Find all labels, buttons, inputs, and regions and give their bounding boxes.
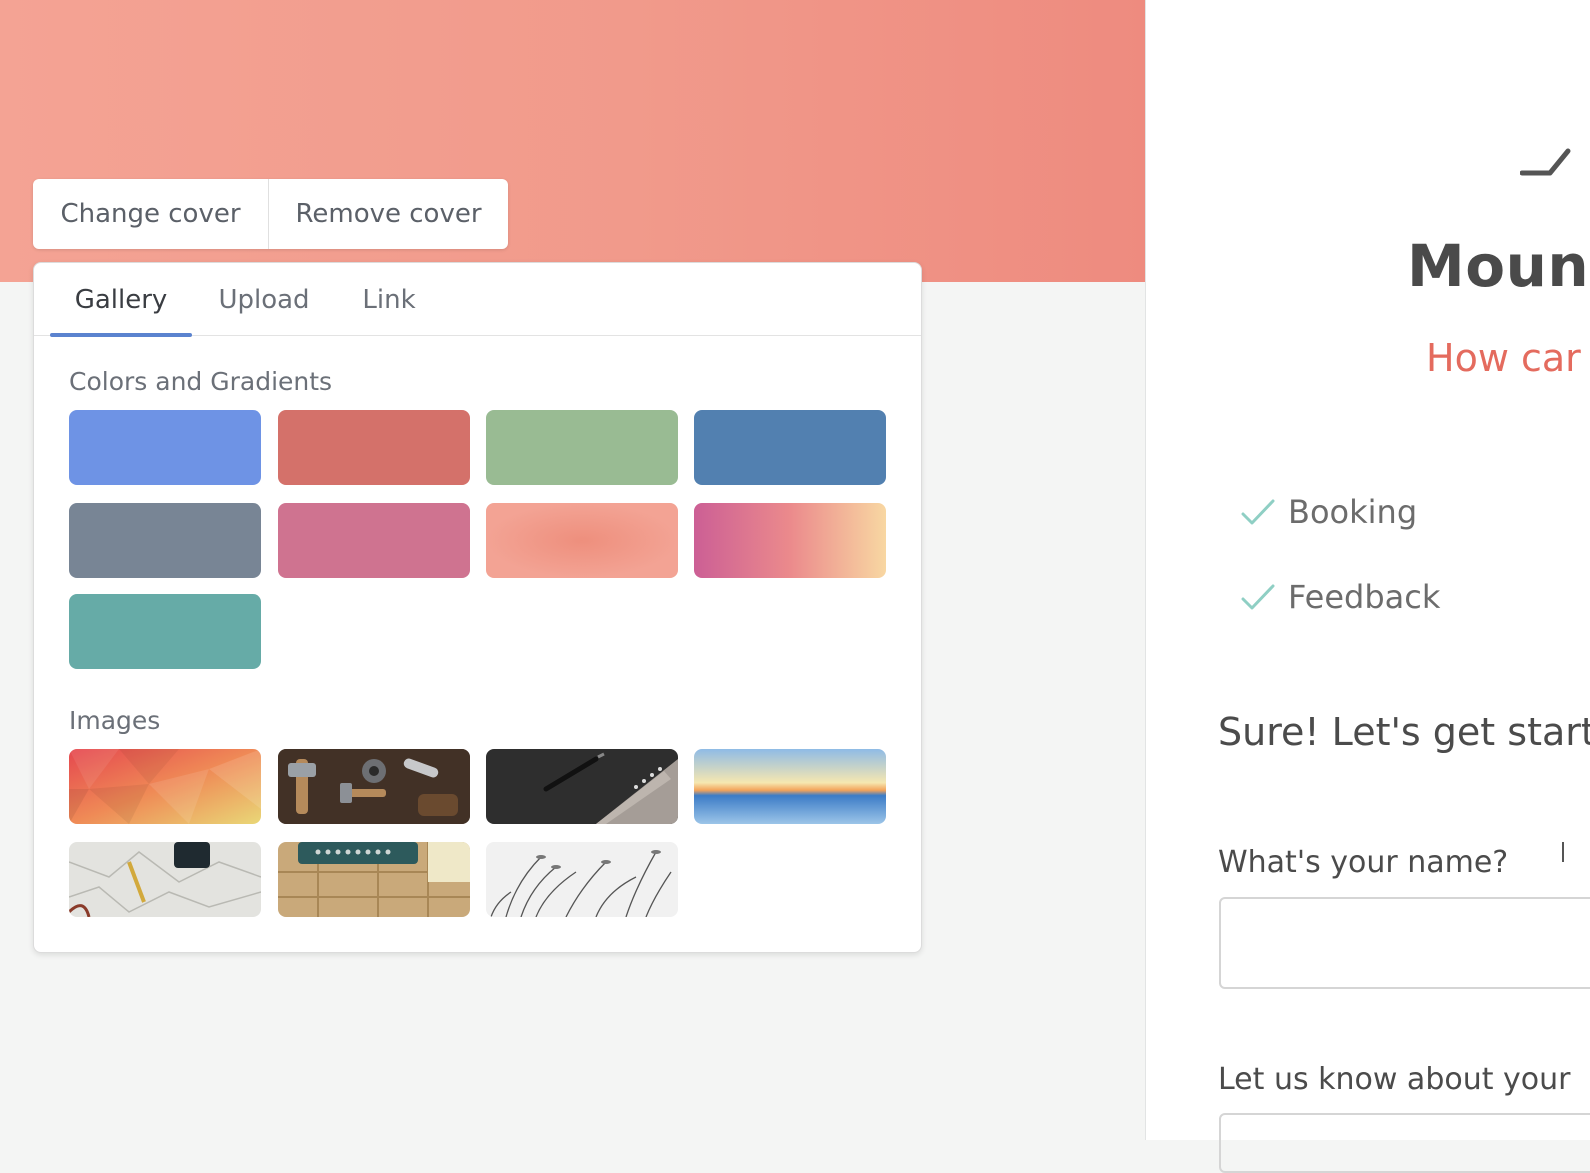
about-label: Let us know about your: [1218, 1062, 1571, 1097]
option-booking[interactable]: Booking: [1240, 492, 1417, 532]
map-picture: [69, 842, 261, 917]
about-input[interactable]: [1219, 1113, 1590, 1173]
brand-title: Moun: [1407, 232, 1590, 300]
check-icon: [1241, 499, 1275, 525]
swatch-red[interactable]: [278, 410, 470, 485]
notebook-pen-picture: [486, 749, 678, 824]
image-tools[interactable]: [278, 749, 470, 824]
swatch-blue[interactable]: [69, 410, 261, 485]
cover-actions: Change cover Remove cover: [33, 179, 508, 249]
option-feedback-label: Feedback: [1288, 578, 1441, 616]
name-input[interactable]: [1219, 897, 1590, 989]
image-notebook-pen[interactable]: [486, 749, 678, 824]
image-grass-sketch[interactable]: [486, 842, 678, 917]
tab-upload[interactable]: Upload: [208, 263, 320, 336]
swatch-steel-blue[interactable]: [694, 410, 886, 485]
swatch-pink-peach-gradient[interactable]: [694, 503, 886, 578]
typewriter-picture: [278, 842, 470, 917]
tab-link[interactable]: Link: [352, 263, 426, 336]
swatch-teal[interactable]: [69, 594, 261, 669]
option-feedback[interactable]: Feedback: [1240, 577, 1440, 617]
sunset-sea-picture: [694, 749, 886, 824]
grass-sketch-picture: [486, 842, 678, 917]
brand-subtitle: How car: [1426, 336, 1581, 380]
colors-section-title: Colors and Gradients: [69, 367, 333, 396]
tools-picture: [278, 749, 470, 824]
image-map[interactable]: [69, 842, 261, 917]
name-label: What's your name?: [1218, 845, 1509, 880]
image-typewriter[interactable]: [278, 842, 470, 917]
image-sunset-sea[interactable]: [694, 749, 886, 824]
swatch-green[interactable]: [486, 410, 678, 485]
cover-picker-panel: Gallery Upload Link Colors and Gradients…: [33, 262, 922, 953]
cover-picker-tabs: Gallery Upload Link: [34, 263, 921, 337]
question-heading: Sure! Let's get start: [1218, 710, 1590, 754]
swatch-salmon-gradient[interactable]: [486, 503, 678, 578]
images-section-title: Images: [69, 706, 161, 735]
swatch-gray[interactable]: [69, 503, 261, 578]
remove-cover-button[interactable]: Remove cover: [269, 179, 508, 249]
check-icon: [1241, 584, 1275, 610]
option-booking-label: Booking: [1288, 493, 1418, 531]
logo-mountain-icon: [1520, 148, 1571, 176]
swatch-pink[interactable]: [278, 503, 470, 578]
cursor-mark: [1562, 842, 1572, 862]
tab-gallery[interactable]: Gallery: [50, 263, 192, 337]
change-cover-button[interactable]: Change cover: [33, 179, 269, 249]
image-low-poly-gradient[interactable]: [69, 749, 261, 824]
low-poly-gradient-picture: [69, 749, 261, 824]
